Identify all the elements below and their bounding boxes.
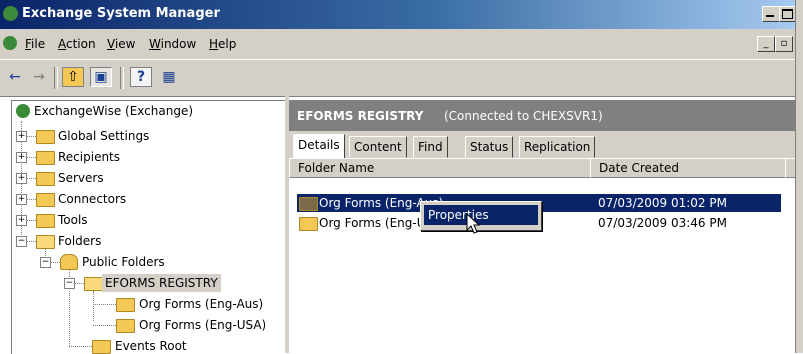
forward-icon[interactable]: → bbox=[28, 67, 50, 87]
tree-line bbox=[93, 325, 116, 326]
menu-view[interactable]: View bbox=[107, 37, 135, 51]
tree-item-org-forms-eng-usa[interactable]: Org Forms (Eng-USA) bbox=[139, 316, 266, 334]
tree-item-servers[interactable]: Servers bbox=[58, 169, 104, 187]
public-folders-icon bbox=[60, 254, 78, 270]
folder-icon bbox=[36, 193, 55, 207]
tree-line bbox=[27, 136, 36, 137]
properties-view-icon[interactable]: ▦ bbox=[158, 67, 180, 87]
menu-help[interactable]: Help bbox=[209, 37, 236, 51]
tree-item-recipients[interactable]: Recipients bbox=[58, 148, 120, 166]
mdi-restore-button[interactable]: ▫ bbox=[775, 36, 793, 52]
tree-item-folders[interactable]: Folders bbox=[58, 232, 101, 250]
toolbar: ← → ⇧ ▣ ? ▦ bbox=[0, 59, 795, 97]
expand-icon[interactable]: + bbox=[16, 194, 27, 205]
folder-icon bbox=[299, 197, 318, 211]
tree-item-public-folders[interactable]: Public Folders bbox=[82, 253, 165, 271]
folder-icon bbox=[116, 298, 135, 312]
tree-line bbox=[93, 304, 116, 305]
date-created-cell: 07/03/2009 01:02 PM bbox=[598, 196, 727, 210]
folder-icon bbox=[36, 130, 55, 144]
window-edge bbox=[795, 0, 803, 353]
tab-replication[interactable]: Replication bbox=[519, 136, 596, 158]
collapse-icon[interactable]: − bbox=[16, 236, 27, 247]
folder-icon bbox=[92, 340, 111, 354]
folder-icon bbox=[36, 214, 55, 228]
back-icon[interactable]: ← bbox=[4, 67, 26, 87]
collapse-icon[interactable]: − bbox=[40, 257, 51, 268]
tab-content[interactable]: Content bbox=[349, 136, 407, 158]
minimize-button[interactable] bbox=[762, 6, 780, 22]
folder-icon bbox=[299, 217, 318, 231]
tree-line bbox=[51, 262, 60, 263]
open-folder-icon bbox=[36, 235, 55, 249]
tree-line bbox=[27, 199, 36, 200]
menu-bar: File Action View Window Help _ ▫ bbox=[0, 29, 795, 59]
expand-icon[interactable]: + bbox=[16, 131, 27, 142]
tree-line bbox=[69, 291, 70, 346]
tab-bar: Details Content Find Status Replication bbox=[289, 131, 795, 159]
title-bar[interactable]: Exchange System Manager bbox=[0, 0, 797, 29]
folder-icon bbox=[36, 172, 55, 186]
tab-status[interactable]: Status bbox=[465, 136, 514, 158]
list-header: Folder Name Date Created bbox=[289, 158, 803, 178]
help-icon[interactable]: ? bbox=[130, 67, 152, 87]
toolbar-separator bbox=[120, 67, 124, 89]
date-created-cell: 07/03/2009 03:46 PM bbox=[598, 216, 727, 230]
tree-item-connectors[interactable]: Connectors bbox=[58, 190, 126, 208]
mouse-cursor-icon bbox=[466, 213, 481, 234]
details-header: EFORMS REGISTRY (Connected to CHEXSVR1) bbox=[289, 101, 795, 131]
tree-item-global-settings[interactable]: Global Settings bbox=[58, 127, 149, 145]
collapse-icon[interactable]: − bbox=[64, 278, 75, 289]
column-folder-name[interactable]: Folder Name bbox=[289, 158, 591, 178]
console-tree[interactable]: ExchangeWise (Exchange) + Global Setting… bbox=[11, 100, 286, 354]
up-one-level-icon[interactable]: ⇧ bbox=[62, 67, 84, 87]
tree-item-events-root[interactable]: Events Root bbox=[115, 337, 187, 354]
details-pane: EFORMS REGISTRY (Connected to CHEXSVR1) … bbox=[289, 100, 803, 354]
tree-line bbox=[27, 241, 36, 242]
tree-line bbox=[75, 283, 84, 284]
expand-icon[interactable]: + bbox=[16, 173, 27, 184]
mdi-minimize-button[interactable]: _ bbox=[757, 36, 775, 52]
tree-line bbox=[93, 291, 94, 321]
tree-line bbox=[27, 157, 36, 158]
show-hide-tree-icon[interactable]: ▣ bbox=[90, 67, 112, 87]
open-folder-icon bbox=[84, 277, 103, 291]
tree-line bbox=[27, 178, 36, 179]
window-title: Exchange System Manager bbox=[22, 6, 220, 21]
tree-item-eforms-registry[interactable]: EFORMS REGISTRY bbox=[102, 274, 221, 292]
connection-status: (Connected to CHEXSVR1) bbox=[444, 109, 603, 123]
tab-details[interactable]: Details bbox=[293, 134, 345, 159]
folder-icon bbox=[116, 319, 135, 333]
tab-find[interactable]: Find bbox=[413, 136, 448, 158]
menu-window[interactable]: Window bbox=[149, 37, 196, 51]
mmc-doc-icon bbox=[3, 36, 17, 50]
exchange-org-icon bbox=[16, 104, 30, 118]
tree-line bbox=[27, 220, 36, 221]
details-title: EFORMS REGISTRY bbox=[297, 109, 424, 123]
tree-line bbox=[69, 346, 92, 347]
app-icon bbox=[3, 6, 18, 21]
column-date-created[interactable]: Date Created bbox=[590, 158, 786, 178]
menu-file[interactable]: File bbox=[25, 37, 45, 51]
tree-item-org-forms-eng-aus[interactable]: Org Forms (Eng-Aus) bbox=[139, 295, 263, 313]
tree-root[interactable]: ExchangeWise (Exchange) bbox=[34, 102, 193, 120]
expand-icon[interactable]: + bbox=[16, 215, 27, 226]
tree-item-tools[interactable]: Tools bbox=[58, 211, 88, 229]
expand-icon[interactable]: + bbox=[16, 152, 27, 163]
folder-icon bbox=[36, 151, 55, 165]
menu-action[interactable]: Action bbox=[58, 37, 96, 51]
toolbar-separator bbox=[54, 67, 58, 89]
